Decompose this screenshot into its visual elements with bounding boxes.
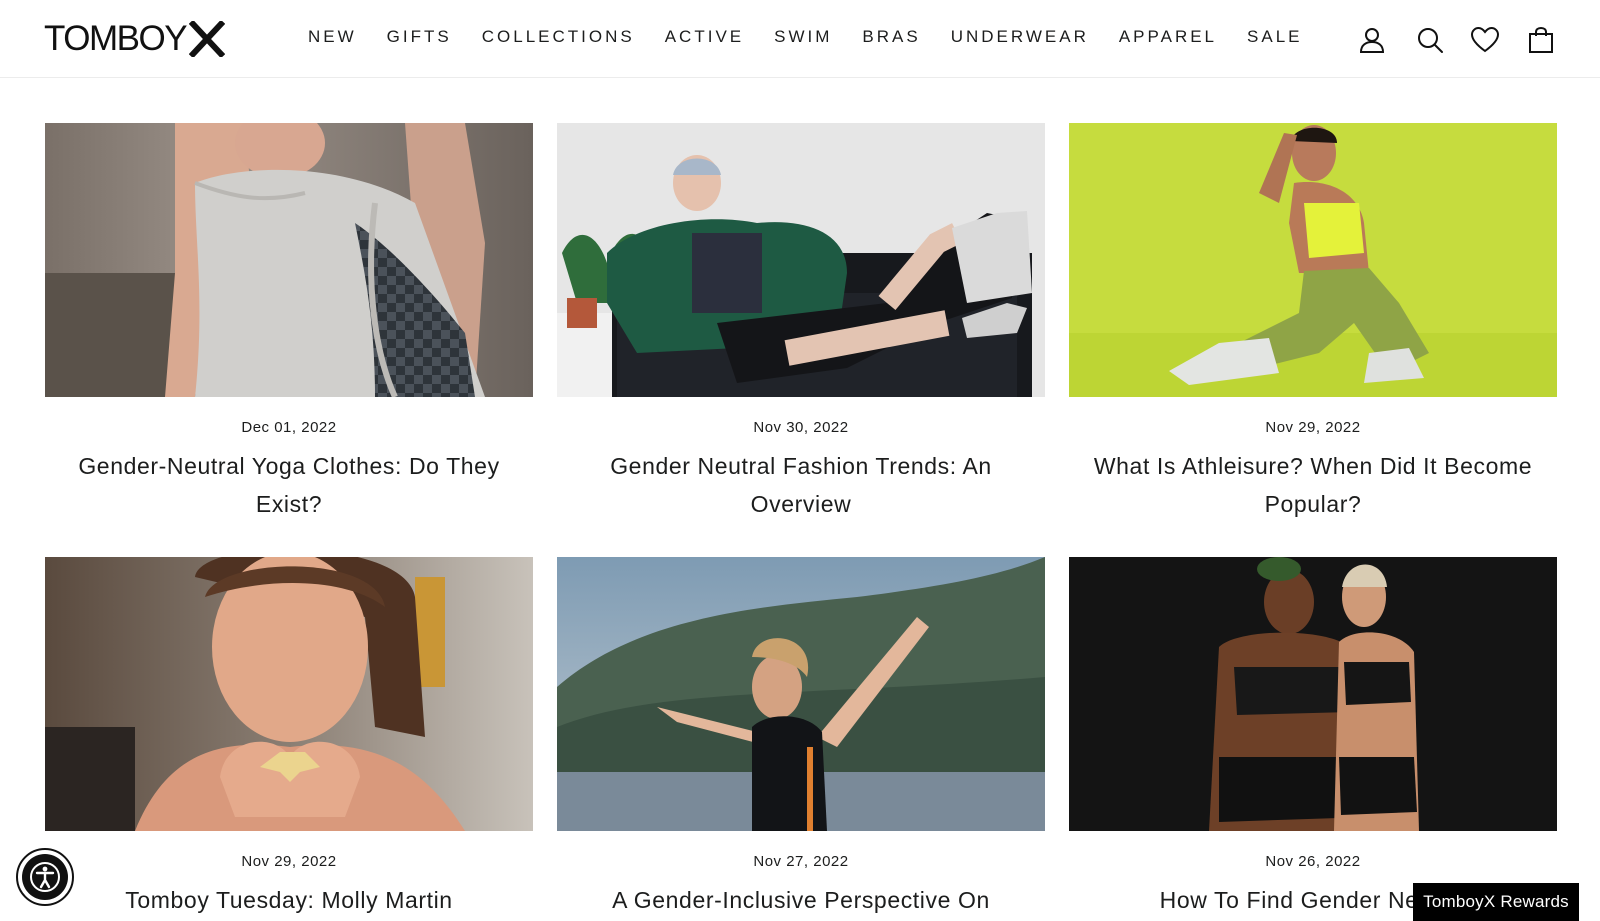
cart-bag-icon[interactable]: [1525, 24, 1557, 56]
article-date: Nov 29, 2022: [1265, 419, 1361, 436]
article-title[interactable]: A Gender-Inclusive Perspective On: [567, 881, 1035, 919]
accessibility-icon: [22, 854, 68, 900]
article-image-yoga[interactable]: [45, 123, 533, 397]
search-icon[interactable]: [1414, 24, 1446, 56]
article-image-gender-inclusive-perspective[interactable]: [557, 557, 1045, 831]
account-icon[interactable]: [1356, 24, 1388, 56]
wishlist-heart-icon[interactable]: [1469, 24, 1501, 56]
article-image-molly-martin[interactable]: [45, 557, 533, 831]
rewards-button[interactable]: TomboyX Rewards: [1413, 883, 1579, 921]
article-title[interactable]: Gender Neutral Fashion Trends: An Overvi…: [567, 447, 1035, 523]
header-icons: [0, 24, 1600, 56]
article-image-athleisure[interactable]: [1069, 123, 1557, 397]
article-date: Nov 29, 2022: [241, 853, 337, 870]
article-title[interactable]: What Is Athleisure? When Did It Become P…: [1079, 447, 1547, 523]
article-date: Nov 30, 2022: [753, 419, 849, 436]
article-date: Dec 01, 2022: [241, 419, 337, 436]
article-image-gender-neutral-underwear[interactable]: [1069, 557, 1557, 831]
article-date: Nov 27, 2022: [753, 853, 849, 870]
article-title[interactable]: Gender-Neutral Yoga Clothes: Do They Exi…: [55, 447, 523, 523]
accessibility-button[interactable]: [16, 848, 74, 906]
site-header: TOMBOY NEW GIFTS COLLECTIONS ACTIVE SWIM…: [0, 0, 1600, 78]
article-image-fashion-trends[interactable]: [557, 123, 1045, 397]
article-title[interactable]: Tomboy Tuesday: Molly Martin: [55, 881, 523, 919]
article-date: Nov 26, 2022: [1265, 853, 1361, 870]
